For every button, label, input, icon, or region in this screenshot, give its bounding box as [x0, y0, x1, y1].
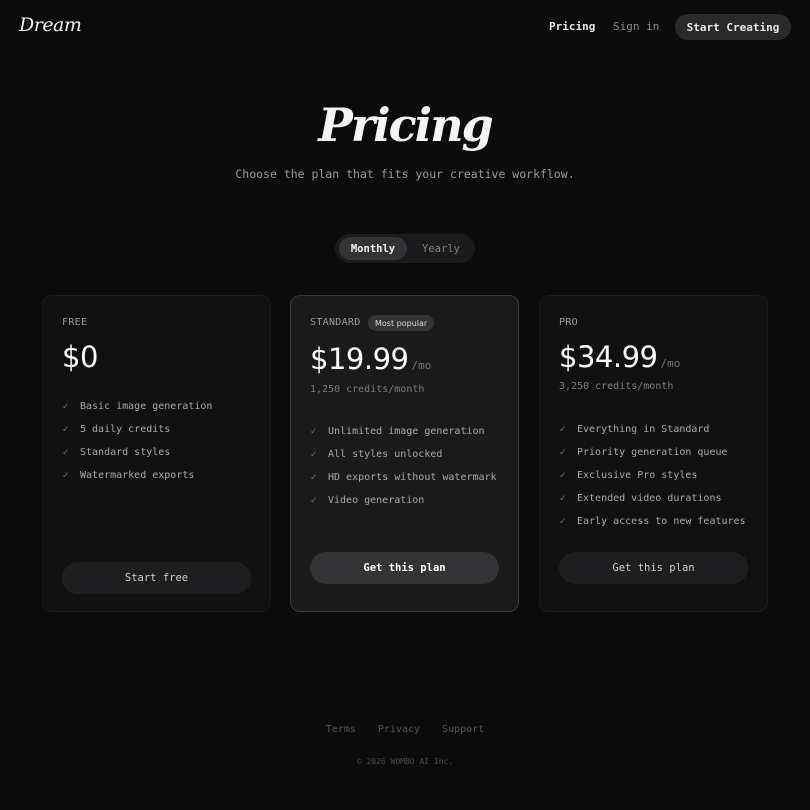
billing-toggle-monthly[interactable]: Monthly	[339, 237, 407, 260]
plan-price-value: $19.99	[310, 342, 409, 376]
plan-card-free: FREE $0 ✓ Basic image generation ✓ 5 daily…	[42, 295, 271, 612]
top-nav: Dream Pricing Sign in Start Creating	[0, 0, 810, 56]
plan-card-pro: PRO $34.99/mo 3,250 credits/month ✓ Every…	[539, 295, 768, 612]
check-icon: ✓	[559, 424, 567, 435]
most-popular-badge: Most popular	[368, 315, 435, 331]
check-icon: ✓	[62, 447, 70, 458]
check-icon: ✓	[310, 472, 318, 483]
plan-feature-label: Early access to new features	[577, 516, 746, 527]
check-icon: ✓	[310, 426, 318, 437]
plan-feature: ✓ All styles unlocked	[310, 443, 497, 466]
plan-price-period: /mo	[660, 357, 681, 370]
plan-feature: ✓ 5 daily credits	[62, 418, 212, 441]
start-creating-button[interactable]: Start Creating	[675, 14, 791, 40]
footer-link-terms[interactable]: Terms	[326, 724, 356, 735]
check-icon: ✓	[62, 424, 70, 435]
plan-price: $0	[62, 340, 98, 374]
plan-feature: ✓ Unlimited image generation	[310, 420, 497, 443]
plan-feature-label: Extended video durations	[577, 493, 722, 504]
billing-toggle: Monthly Yearly	[335, 234, 475, 263]
page-subtitle: Choose the plan that fits your creative …	[235, 167, 575, 181]
plan-feature-list: ✓ Unlimited image generation ✓ All styles …	[310, 420, 497, 512]
plan-name: STANDARD	[310, 317, 361, 328]
plan-feature-label: Everything in Standard	[577, 424, 710, 435]
check-icon: ✓	[559, 493, 567, 504]
plan-feature: ✓ Priority generation queue	[559, 441, 746, 464]
nav-link-pricing[interactable]: Pricing	[549, 20, 595, 33]
plan-feature-label: Basic image generation	[80, 401, 213, 412]
check-icon: ✓	[559, 447, 567, 458]
plan-price: $34.99/mo	[559, 340, 680, 374]
plan-price-period: /mo	[411, 359, 432, 372]
footer-link-support[interactable]: Support	[442, 724, 484, 735]
plan-feature: ✓ Watermarked exports	[62, 464, 212, 487]
plan-credits: 1,250 credits/month	[310, 384, 425, 395]
check-icon: ✓	[559, 470, 567, 481]
plan-feature: ✓ Extended video durations	[559, 487, 746, 510]
plan-feature: ✓ Basic image generation	[62, 395, 212, 418]
get-pro-plan-button[interactable]: Get this plan	[559, 552, 748, 584]
plan-feature-label: All styles unlocked	[328, 449, 443, 460]
check-icon: ✓	[310, 449, 318, 460]
check-icon: ✓	[559, 516, 567, 527]
plan-feature: ✓ Early access to new features	[559, 510, 746, 533]
plan-feature: ✓ Video generation	[310, 489, 497, 512]
plan-feature-list: ✓ Basic image generation ✓ 5 daily credits…	[62, 395, 212, 487]
plan-feature-label: Watermarked exports	[80, 470, 195, 481]
start-free-button[interactable]: Start free	[62, 562, 251, 594]
plan-feature-label: HD exports without watermark	[328, 472, 497, 483]
plan-price-value: $34.99	[559, 340, 658, 374]
plan-feature-label: Video generation	[328, 495, 425, 506]
plan-feature-label: Priority generation queue	[577, 447, 728, 458]
plan-price: $19.99/mo	[310, 342, 431, 376]
logo[interactable]: Dream	[19, 14, 82, 36]
plan-price-value: $0	[62, 340, 98, 374]
plan-card-standard: STANDARD Most popular $19.99/mo 1,250 cr…	[290, 295, 519, 612]
plan-name: FREE	[62, 317, 88, 328]
plan-feature: ✓ Everything in Standard	[559, 418, 746, 441]
plan-name: PRO	[559, 317, 578, 328]
check-icon: ✓	[62, 401, 70, 412]
plan-feature-label: Exclusive Pro styles	[577, 470, 698, 481]
copyright: © 2026 WOMBO AI Inc.	[356, 757, 454, 766]
plan-feature-label: 5 daily credits	[80, 424, 171, 435]
footer-links: Terms Privacy Support	[0, 724, 810, 735]
footer-link-privacy[interactable]: Privacy	[378, 724, 420, 735]
page-title: Pricing	[318, 98, 493, 152]
plan-credits: 3,250 credits/month	[559, 381, 674, 392]
check-icon: ✓	[62, 470, 70, 481]
plan-feature-label: Unlimited image generation	[328, 426, 485, 437]
plan-feature: ✓ Exclusive Pro styles	[559, 464, 746, 487]
check-icon: ✓	[310, 495, 318, 506]
billing-toggle-yearly[interactable]: Yearly	[413, 237, 469, 260]
plan-feature-list: ✓ Everything in Standard ✓ Priority genera…	[559, 418, 746, 533]
get-standard-plan-button[interactable]: Get this plan	[310, 552, 499, 584]
plan-feature-label: Standard styles	[80, 447, 171, 458]
plan-feature: ✓ Standard styles	[62, 441, 212, 464]
plan-feature: ✓ HD exports without watermark	[310, 466, 497, 489]
nav-link-sign-in[interactable]: Sign in	[613, 20, 659, 33]
